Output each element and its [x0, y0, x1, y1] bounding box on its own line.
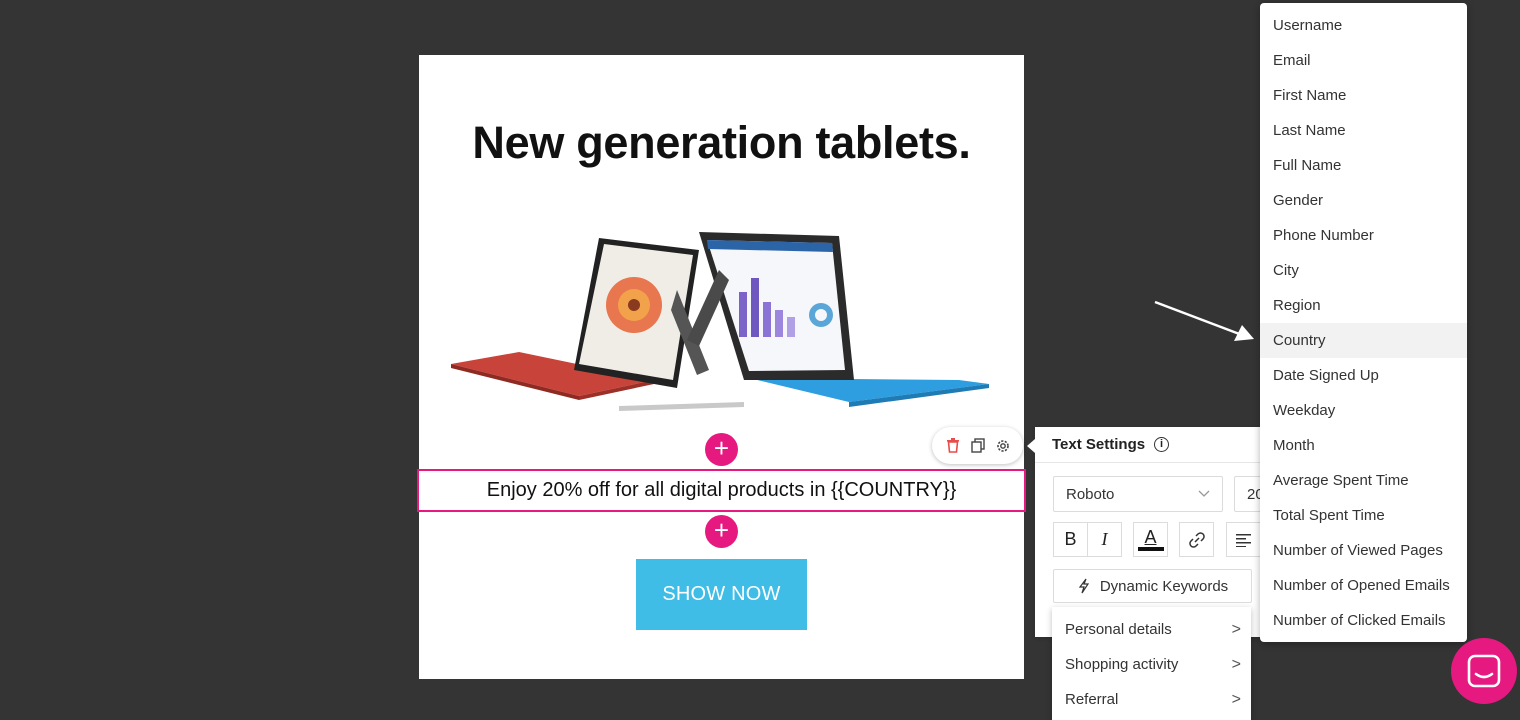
headline[interactable]: New generation tablets. [419, 117, 1024, 169]
keyword-category-menu: Personal details > Shopping activity > R… [1052, 607, 1251, 720]
delete-button[interactable] [942, 435, 964, 457]
keyword-total-spent-time[interactable]: Total Spent Time [1260, 498, 1467, 533]
product-image[interactable] [449, 230, 994, 420]
keyword-email[interactable]: Email [1260, 43, 1467, 78]
keyword-list: Username Email First Name Last Name Full… [1260, 3, 1467, 642]
dynamic-keywords-button[interactable]: Dynamic Keywords [1053, 569, 1252, 603]
keyword-weekday[interactable]: Weekday [1260, 393, 1467, 428]
text-color-bar [1137, 546, 1164, 551]
menu-item-label: Shopping activity [1065, 656, 1179, 673]
font-family-select[interactable]: Roboto [1053, 476, 1223, 512]
keyword-country[interactable]: Country [1260, 323, 1467, 358]
keyword-username[interactable]: Username [1260, 8, 1467, 43]
trash-icon [946, 438, 959, 453]
menu-item-shopping-activity[interactable]: Shopping activity > [1052, 647, 1251, 682]
menu-item-referral[interactable]: Referral > [1052, 682, 1251, 717]
chevron-right-icon: > [1231, 690, 1241, 708]
link-button[interactable] [1179, 522, 1214, 557]
gear-icon [996, 439, 1009, 452]
show-now-button[interactable]: SHOW NOW [636, 559, 807, 630]
add-block-below-button[interactable]: + [705, 515, 738, 548]
info-icon[interactable]: i [1154, 437, 1170, 452]
keyword-number-of-opened-emails[interactable]: Number of Opened Emails [1260, 568, 1467, 603]
text-settings-title: Text Settings [1052, 436, 1146, 453]
align-left-icon [1235, 533, 1251, 547]
chevron-down-icon [1198, 490, 1210, 497]
keyword-full-name[interactable]: Full Name [1260, 148, 1467, 183]
menu-item-label: Personal details [1065, 621, 1172, 638]
keyword-number-of-viewed-pages[interactable]: Number of Viewed Pages [1260, 533, 1467, 568]
text-settings-header: Text Settings i [1035, 427, 1275, 463]
font-family-value: Roboto [1066, 485, 1115, 503]
menu-item-personal-details[interactable]: Personal details > [1052, 612, 1251, 647]
text-block-selected[interactable]: Enjoy 20% off for all digital products i… [417, 469, 1026, 512]
copy-icon [970, 438, 985, 453]
chat-launcher-button[interactable] [1451, 638, 1517, 704]
italic-button[interactable]: I [1087, 522, 1122, 557]
menu-item-label: Referral [1065, 691, 1119, 708]
dynamic-keywords-label: Dynamic Keywords [1099, 577, 1229, 595]
chevron-right-icon: > [1231, 620, 1241, 638]
pointer-arrow-icon [1154, 300, 1254, 341]
chevron-right-icon: > [1231, 655, 1241, 673]
keyword-average-spent-time[interactable]: Average Spent Time [1260, 463, 1467, 498]
keyword-first-name[interactable]: First Name [1260, 78, 1467, 113]
duplicate-button[interactable] [967, 435, 989, 457]
lightning-icon [1078, 578, 1089, 594]
keyword-month[interactable]: Month [1260, 428, 1467, 463]
keyword-gender[interactable]: Gender [1260, 183, 1467, 218]
keyword-last-name[interactable]: Last Name [1260, 113, 1467, 148]
keyword-region[interactable]: Region [1260, 288, 1467, 323]
email-canvas: New generation tablets. + Enjoy 20% off … [417, 55, 1026, 679]
settings-button[interactable] [992, 435, 1014, 457]
keyword-phone-number[interactable]: Phone Number [1260, 218, 1467, 253]
align-left-button[interactable] [1226, 522, 1261, 557]
keyword-city[interactable]: City [1260, 253, 1467, 288]
text-settings-panel: Text Settings i Roboto 20 B I A Dynamic … [1027, 427, 1294, 637]
block-toolbar [932, 427, 1023, 464]
text-color-icon: A [1144, 526, 1157, 547]
keyword-date-signed-up[interactable]: Date Signed Up [1260, 358, 1467, 393]
keyword-number-of-clicked-emails[interactable]: Number of Clicked Emails [1260, 603, 1467, 638]
text-color-button[interactable]: A [1133, 522, 1168, 557]
chat-icon [1467, 654, 1501, 688]
bold-button[interactable]: B [1053, 522, 1088, 557]
add-block-above-button[interactable]: + [705, 433, 738, 466]
link-icon [1188, 531, 1205, 548]
